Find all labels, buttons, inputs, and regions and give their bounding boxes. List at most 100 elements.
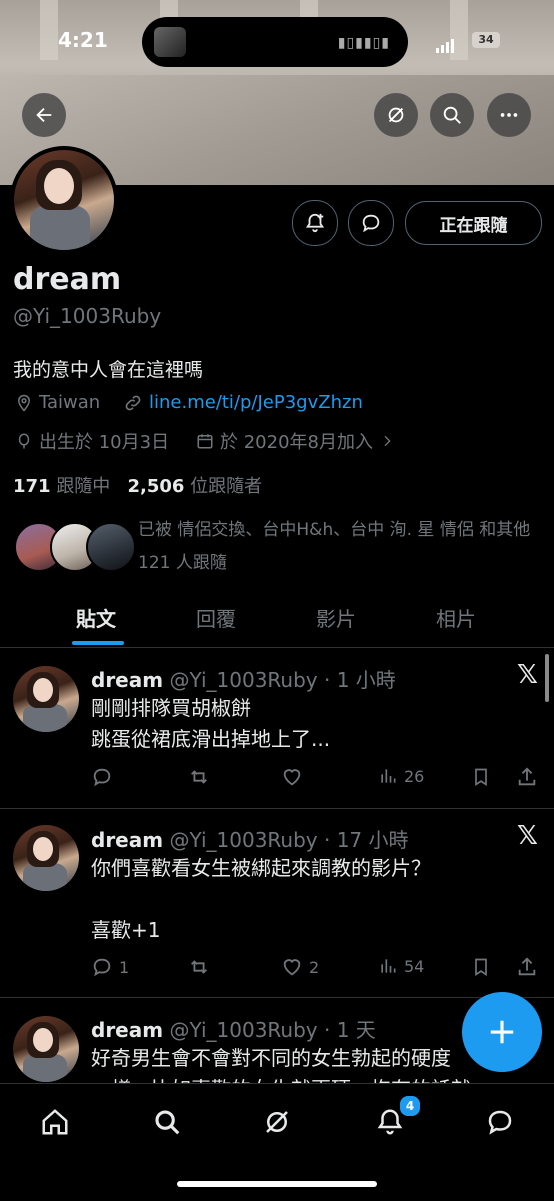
bell-plus-icon: [305, 213, 325, 233]
following-count[interactable]: 171: [13, 476, 51, 497]
tab-videos[interactable]: 影片: [316, 603, 356, 632]
search-button[interactable]: [430, 93, 474, 137]
nav-messages[interactable]: [480, 1102, 520, 1142]
tab-replies[interactable]: 回覆: [196, 603, 236, 632]
views-button[interactable]: 26: [378, 766, 424, 786]
profile-birthday: 出生於 10月3日: [15, 428, 169, 454]
status-time: 4:21: [58, 28, 108, 52]
share-button[interactable]: [516, 956, 544, 978]
post-author[interactable]: dream: [91, 828, 163, 852]
profile-bio: 我的意中人會在這裡嗎: [13, 359, 204, 381]
nav-search[interactable]: [147, 1102, 187, 1142]
search-icon: [443, 106, 461, 124]
like-count: 2: [309, 957, 320, 977]
reply-count: 1: [119, 957, 130, 977]
grok-icon: [388, 107, 404, 123]
post-text: 你們喜歡看女生被綁起來調教的影片？ 喜歡+1: [91, 856, 431, 942]
chat-icon: [488, 1110, 512, 1135]
followers-label[interactable]: 位跟隨者: [190, 476, 262, 497]
location-icon: [17, 394, 31, 412]
bookmark-icon: [475, 958, 487, 977]
more-button[interactable]: [487, 93, 531, 137]
dynamic-island: ▮▯▮▮▯▮: [142, 17, 408, 67]
followed-by-avatars[interactable]: [14, 522, 136, 572]
heart-icon: [283, 769, 301, 786]
bookmark-icon: [475, 768, 487, 787]
post-avatar[interactable]: [13, 666, 79, 732]
following-label[interactable]: 跟隨中: [56, 476, 110, 497]
signal-icon: [436, 34, 456, 53]
reply-button[interactable]: [91, 766, 119, 788]
link-text[interactable]: line.me/ti/p/JeP3gvZhzn: [149, 392, 363, 413]
balloon-icon: [18, 433, 30, 449]
bookmark-button[interactable]: [471, 956, 497, 978]
share-button[interactable]: [516, 766, 544, 788]
search-icon: [155, 1110, 180, 1135]
nav-grok[interactable]: [257, 1102, 297, 1142]
nav-home[interactable]: [35, 1102, 75, 1142]
post-avatar[interactable]: [13, 1016, 79, 1082]
views-icon: [381, 959, 396, 973]
repost-icon: [191, 770, 207, 784]
bookmark-button[interactable]: [471, 766, 497, 788]
back-button[interactable]: [22, 93, 66, 137]
link-icon: [125, 395, 141, 410]
post-item[interactable]: dream @Yi_1003Ruby · 1 小時 𝕏 剛剛排隊買胡椒餅 跳蛋從…: [0, 648, 554, 809]
home-indicator[interactable]: [177, 1181, 377, 1187]
views-count: 54: [404, 956, 425, 976]
arrow-left-icon: [36, 107, 52, 123]
repost-icon: [191, 960, 207, 974]
post-header: dream @Yi_1003Ruby · 17 小時: [91, 824, 409, 853]
like-button[interactable]: 2: [281, 956, 319, 978]
share-icon: [518, 767, 536, 786]
notifications-badge: 4: [398, 1094, 422, 1118]
post-item[interactable]: dream @Yi_1003Ruby · 17 小時 𝕏 你們喜歡看女生被綁起來…: [0, 809, 554, 998]
joined-text: 於 2020年8月加入: [220, 432, 373, 453]
x-logo-icon: 𝕏: [517, 660, 538, 690]
chat-icon: [362, 214, 380, 233]
post-author[interactable]: dream: [91, 1018, 163, 1042]
message-button[interactable]: [348, 200, 394, 246]
views-count: 26: [404, 766, 425, 786]
location-text: Taiwan: [39, 392, 101, 413]
post-avatar[interactable]: [13, 825, 79, 891]
post-actions: 26: [91, 766, 541, 790]
plus-icon: [490, 1020, 514, 1044]
post-text: 好奇男生會不會對不同的女生勃起的硬度 一樣，比如喜歡的女生就更硬，抱有的話就: [91, 1046, 471, 1088]
now-playing-thumbnail: [154, 27, 186, 57]
post-meta: @Yi_1003Ruby · 17 小時: [169, 828, 409, 852]
calendar-icon: [197, 434, 213, 449]
notify-button[interactable]: [292, 200, 338, 246]
repost-button[interactable]: [187, 956, 217, 978]
profile-link[interactable]: line.me/ti/p/JeP3gvZhzn: [123, 392, 363, 413]
x-logo-icon: 𝕏: [517, 821, 538, 851]
home-icon: [42, 1109, 68, 1135]
grok-button[interactable]: [374, 93, 418, 137]
profile-joined[interactable]: 於 2020年8月加入: [196, 428, 401, 454]
heart-icon: [283, 959, 301, 976]
views-button[interactable]: 54: [378, 956, 424, 976]
tab-photos[interactable]: 相片: [436, 603, 476, 632]
followed-by-text[interactable]: 已被 情侶交換、台中H&h、台中 洵. 星 情侶 和其他 121 人跟隨: [138, 514, 544, 580]
post-author[interactable]: dream: [91, 668, 163, 692]
views-icon: [381, 769, 396, 783]
like-button[interactable]: [281, 766, 309, 788]
post-header: dream @Yi_1003Ruby · 1 小時: [91, 664, 396, 693]
profile-avatar[interactable]: [10, 146, 118, 254]
post-text: 剛剛排隊買胡椒餅 跳蛋從裙底滑出掉地上了...: [91, 696, 331, 751]
compose-button[interactable]: [462, 992, 542, 1072]
grok-icon: [266, 1111, 288, 1133]
tab-posts[interactable]: 貼文: [76, 603, 116, 632]
profile-tabs: 貼文 回覆 影片 相片: [0, 597, 554, 648]
more-icon: [500, 113, 518, 117]
followers-count[interactable]: 2,506: [127, 476, 184, 497]
post-header: dream @Yi_1003Ruby · 1 天: [91, 1014, 376, 1043]
reply-button[interactable]: 1: [91, 956, 129, 978]
repost-button[interactable]: [187, 766, 217, 788]
tab-indicator: [72, 641, 124, 645]
following-button[interactable]: 正在跟隨: [405, 201, 542, 245]
profile-name: dream: [13, 262, 122, 297]
reply-icon: [93, 958, 111, 977]
post-actions: 1 2 54: [91, 956, 541, 980]
follower-avatar: [86, 522, 136, 572]
